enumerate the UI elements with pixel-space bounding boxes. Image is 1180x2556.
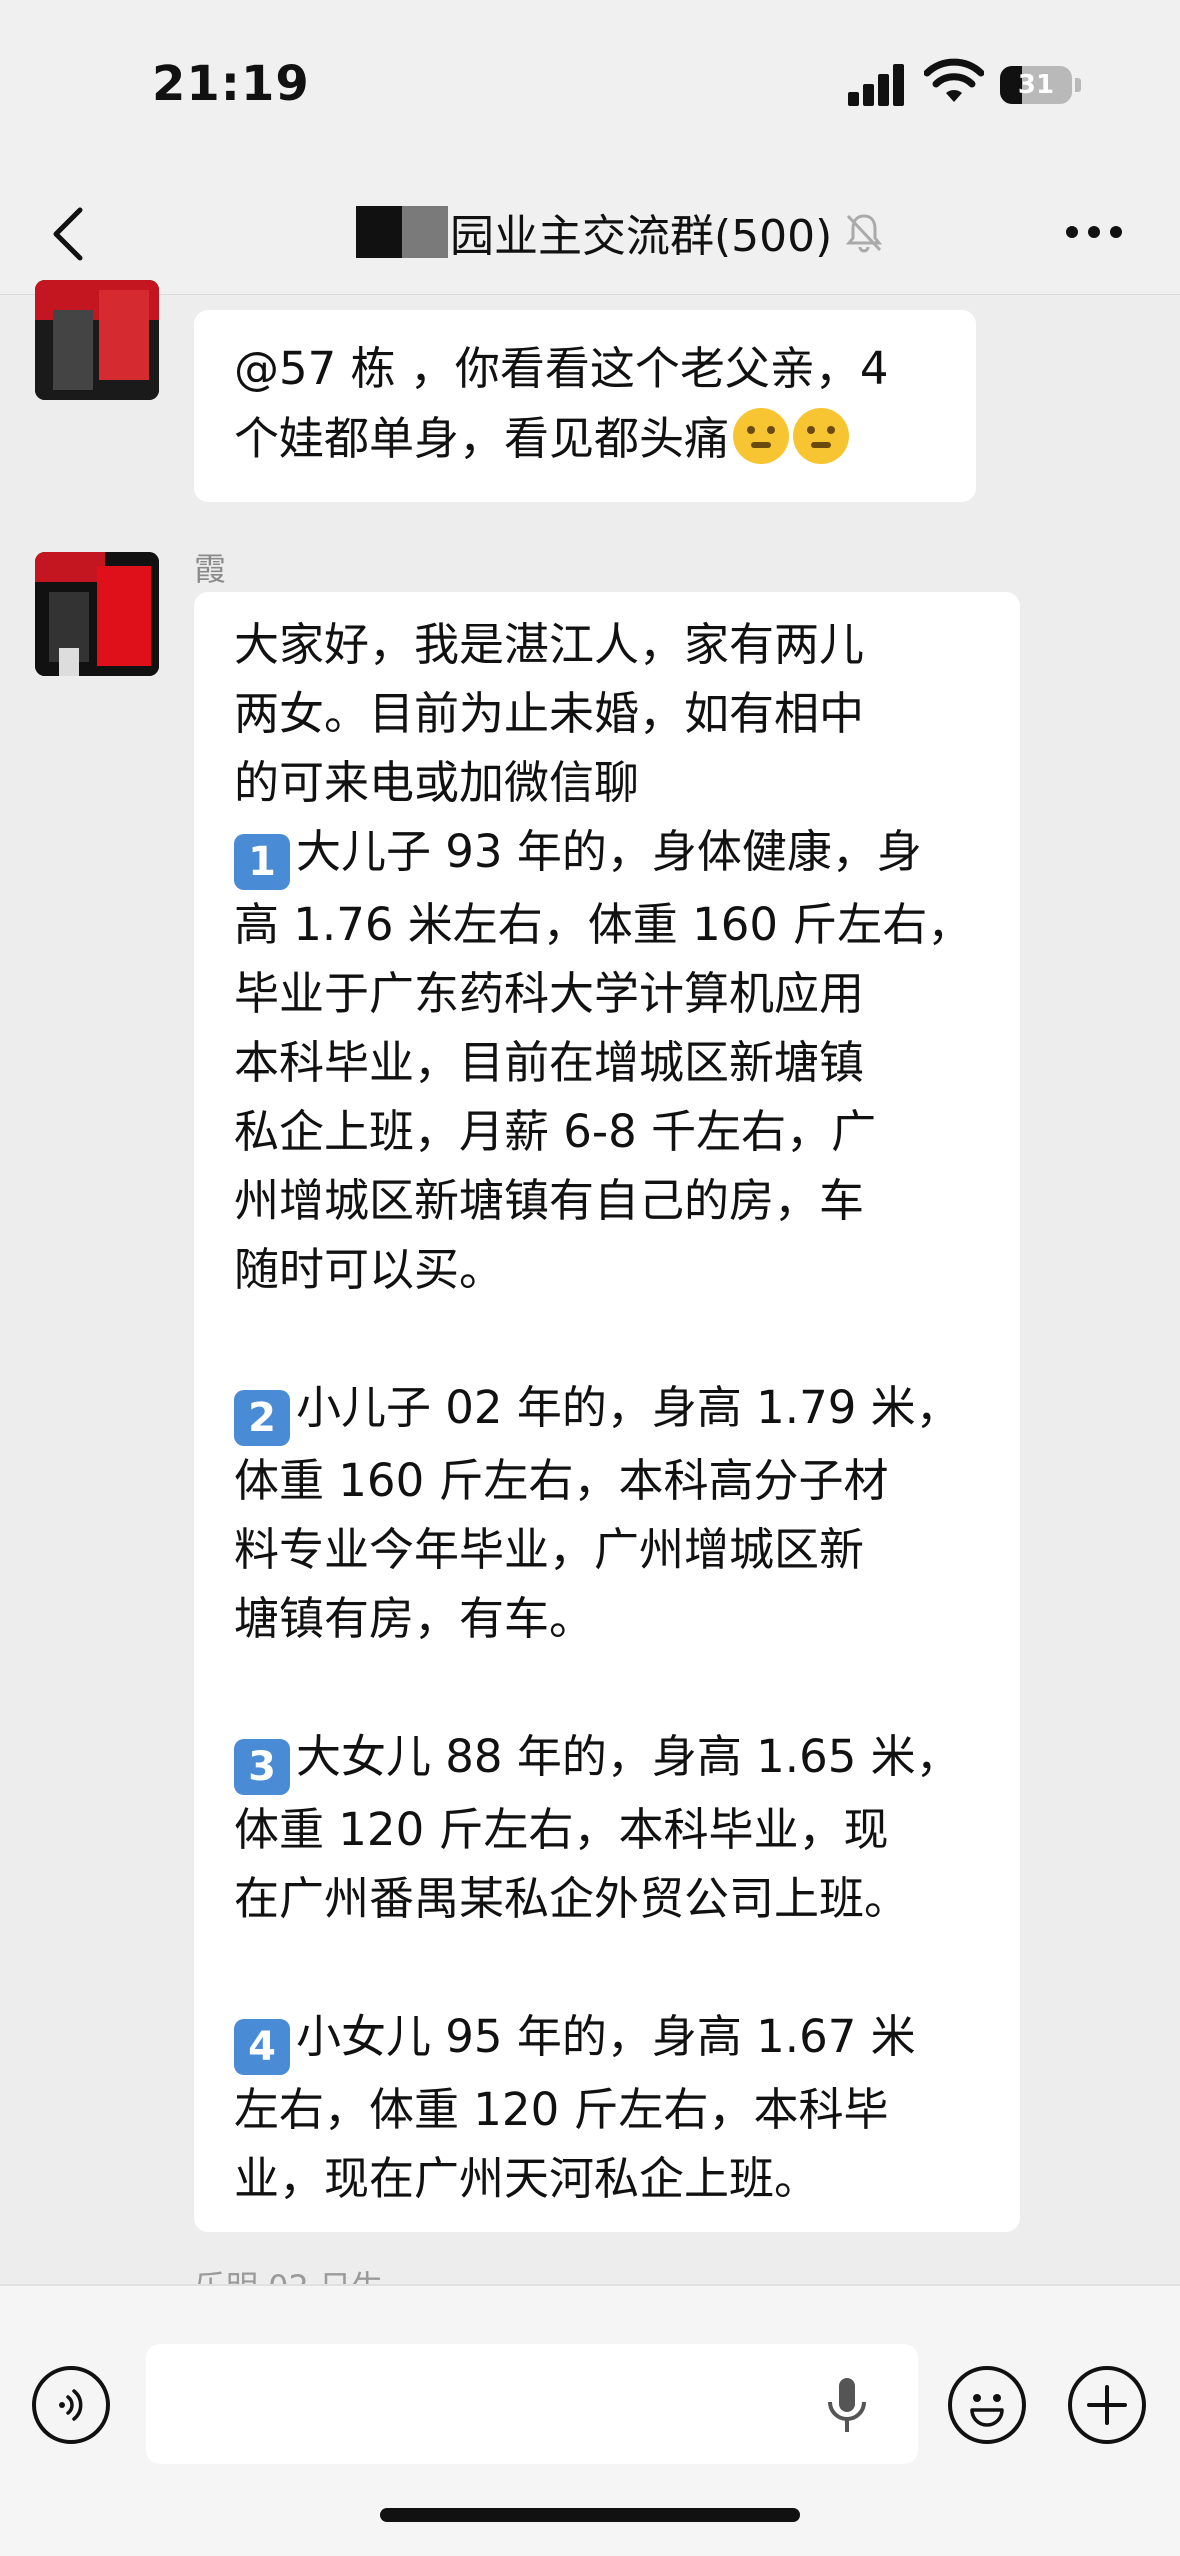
- chat-title-group[interactable]: 园业主交流群(500): [356, 196, 886, 268]
- list-item: 3 大女儿 88 年的，身高 1.65 米， 体重 120 斤左右，本科毕业，现 …: [234, 1722, 984, 1933]
- more-actions-button[interactable]: [1068, 2366, 1146, 2444]
- keycap-3-icon: 3: [234, 1739, 290, 1795]
- emoji-button[interactable]: [948, 2366, 1026, 2444]
- microphone-icon[interactable]: [822, 2374, 872, 2438]
- message-text: 个娃都单身，看见都头痛: [234, 412, 730, 465]
- wifi-icon: [924, 58, 984, 102]
- message-text: @57 栋 ，你看看这个老父亲，4: [234, 342, 889, 395]
- voice-icon: [59, 2389, 83, 2421]
- smiley-icon: [970, 2394, 1004, 2427]
- list-item: 4 小女儿 95 年的，身高 1.67 米 左右，体重 120 斤左右，本科毕 业…: [234, 2002, 984, 2213]
- thinking-emoji-icon: [733, 408, 790, 464]
- battery-level: 31: [1017, 70, 1055, 100]
- message-intro: 大家好，我是湛江人，家有两儿 两女。目前为止未婚，如有相中 的可来电或加微信聊: [234, 618, 865, 809]
- mute-bell-icon: [846, 214, 883, 253]
- home-indicator[interactable]: [380, 2508, 800, 2522]
- voice-button[interactable]: [32, 2366, 110, 2444]
- back-icon[interactable]: [48, 206, 88, 262]
- plus-icon: [1087, 2385, 1127, 2425]
- list-item-text: 大儿子 93 年的，身体健康，身 高 1.76 米左右，体重 160 斤左右， …: [234, 825, 973, 1296]
- avatar[interactable]: [35, 552, 159, 676]
- redacted-block: [356, 206, 448, 258]
- keycap-1-icon: 1: [234, 834, 290, 890]
- status-bar: 21:19 31: [0, 0, 1180, 170]
- list-item: 2 小儿子 02 年的，身高 1.79 米， 体重 160 斤左右，本科高分子材 …: [234, 1373, 984, 1653]
- message-bubble[interactable]: 大家好，我是湛江人，家有两儿 两女。目前为止未婚，如有相中 的可来电或加微信聊 …: [194, 592, 1020, 2232]
- keycap-2-icon: 2: [234, 1390, 290, 1446]
- avatar[interactable]: [35, 280, 159, 400]
- signal-icon: [848, 62, 906, 106]
- input-bar: [0, 2286, 1180, 2556]
- list-item: 1 大儿子 93 年的，身体健康，身 高 1.76 米左右，体重 160 斤左右，…: [234, 817, 984, 1304]
- chat-title: 园业主交流群(500): [450, 211, 833, 262]
- keycap-4-icon: 4: [234, 2019, 290, 2075]
- thinking-emoji-icon: [793, 408, 850, 464]
- list-item-text: 大女儿 88 年的，身高 1.65 米， 体重 120 斤左右，本科毕业，现 在…: [234, 1730, 961, 1925]
- battery-icon: 31: [1000, 66, 1072, 104]
- status-time: 21:19: [152, 56, 310, 112]
- list-item-text: 小女儿 95 年的，身高 1.67 米 左右，体重 120 斤左右，本科毕 业，…: [234, 2010, 916, 2205]
- message-input[interactable]: [146, 2344, 918, 2464]
- message-bubble[interactable]: @57 栋 ，你看看这个老父亲，4 个娃都单身，看见都头痛: [194, 310, 976, 502]
- battery-cap: [1075, 78, 1081, 92]
- sender-name: 霞: [194, 550, 227, 588]
- list-item-text: 小儿子 02 年的，身高 1.79 米， 体重 160 斤左右，本科高分子材 料…: [234, 1381, 961, 1645]
- more-icon[interactable]: [1066, 222, 1122, 242]
- nav-bar: 园业主交流群(500): [0, 170, 1180, 295]
